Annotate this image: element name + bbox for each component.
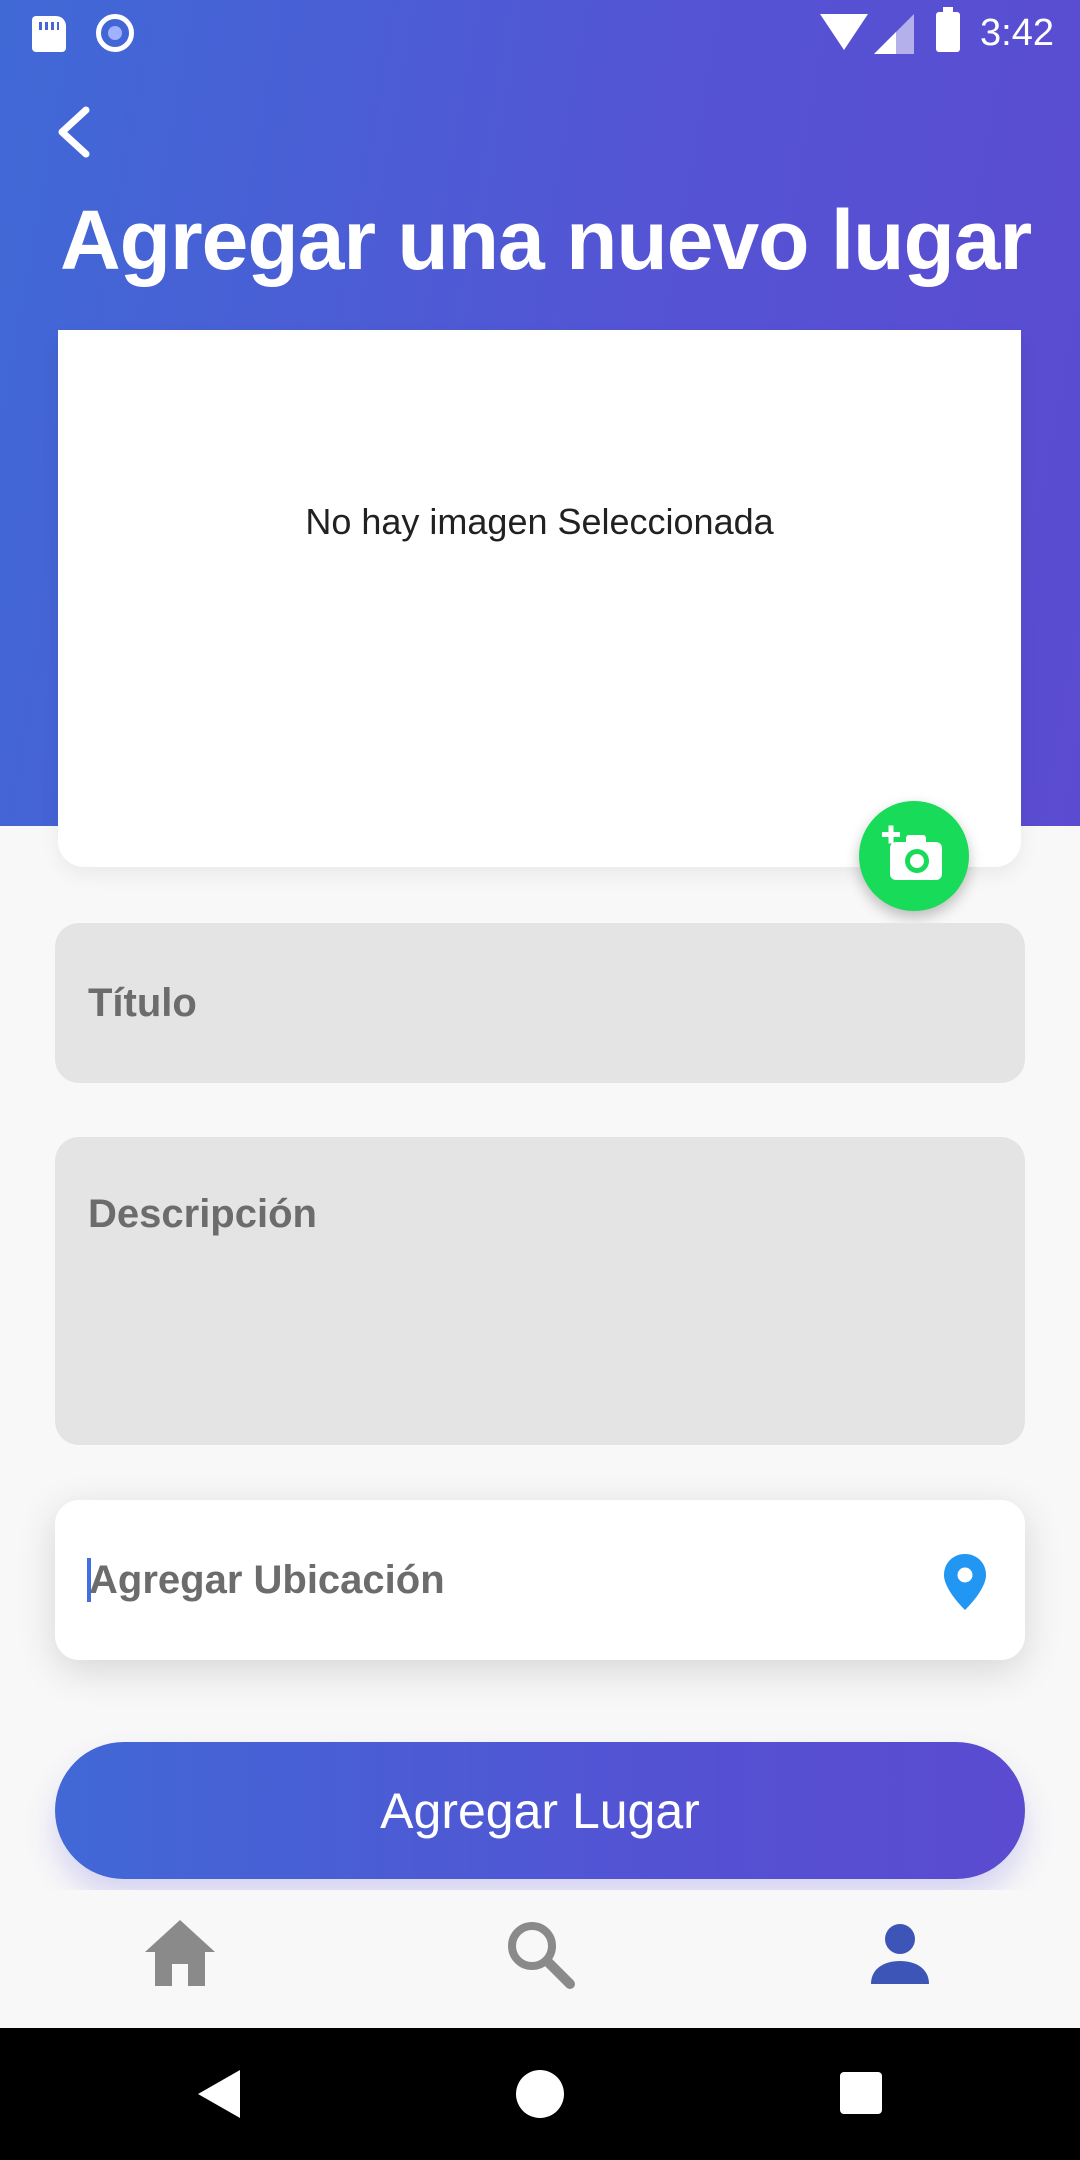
add-photo-button[interactable]: [859, 801, 969, 911]
nav-profile[interactable]: [855, 1908, 945, 1998]
add-photo-camera-icon: [882, 825, 942, 880]
notification-circle-icon: [96, 14, 134, 52]
system-recents-icon[interactable]: [840, 2072, 882, 2114]
status-time: 3:42: [980, 12, 1054, 54]
system-home-icon[interactable]: [516, 2070, 564, 2118]
location-placeholder: Agregar Ubicación: [89, 1558, 445, 1602]
location-input[interactable]: Agregar Ubicación: [55, 1500, 1025, 1660]
description-placeholder: Descripción: [88, 1192, 317, 1236]
status-bar: 3:42: [0, 0, 1080, 66]
system-navigation-bar: [0, 2028, 1080, 2160]
home-icon: [145, 1920, 215, 1986]
battery-icon: [936, 7, 960, 52]
title-input[interactable]: Título: [55, 923, 1025, 1083]
signal-icon: [874, 14, 914, 54]
page-title: Agregar una nuevo lugar: [60, 193, 1032, 287]
back-button[interactable]: [40, 96, 112, 168]
nav-search[interactable]: [494, 1908, 584, 1998]
description-input[interactable]: Descripción: [55, 1137, 1025, 1445]
sd-card-icon: [32, 16, 66, 52]
profile-icon: [871, 1924, 929, 1984]
no-image-text: No hay imagen Seleccionada: [305, 501, 774, 542]
nav-home[interactable]: [135, 1908, 225, 1998]
chevron-left-icon: [58, 106, 90, 158]
system-back-icon[interactable]: [198, 2070, 240, 2118]
map-pin-icon[interactable]: [935, 1550, 995, 1614]
image-preview-card: No hay imagen Seleccionada: [58, 330, 1021, 867]
bottom-navigation: [0, 1890, 1080, 2028]
search-icon: [508, 1922, 575, 1989]
wifi-icon: [820, 14, 868, 50]
title-placeholder: Título: [88, 981, 197, 1025]
add-place-button[interactable]: Agregar Lugar: [55, 1742, 1025, 1879]
